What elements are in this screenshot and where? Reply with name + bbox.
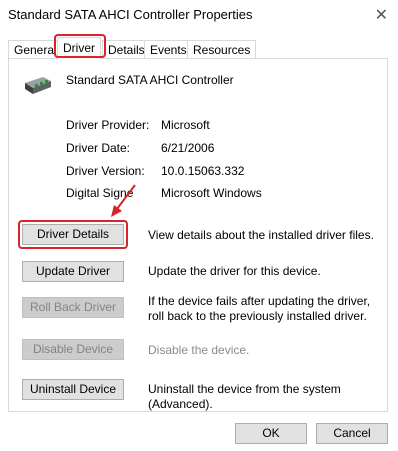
uninstall-device-description: Uninstall the device from the system (Ad… (148, 382, 341, 411)
red-arrow-icon (111, 184, 136, 217)
uninstall-device-button[interactable]: Uninstall Device (22, 379, 124, 400)
tab-driver[interactable]: Driver (57, 37, 101, 60)
tab-resources[interactable]: Resources (187, 40, 257, 59)
driver-date-value: 6/21/2006 (161, 141, 215, 155)
close-icon[interactable]: ✕ (375, 5, 388, 25)
cancel-button[interactable]: Cancel (316, 423, 388, 444)
driver-provider-label: Driver Provider: (66, 118, 150, 132)
disable-device-button[interactable]: Disable Device (22, 339, 124, 360)
disable-device-description: Disable the device. (148, 343, 250, 357)
driver-date-label: Driver Date: (66, 141, 131, 155)
driver-details-description: View details about the installed driver … (148, 228, 374, 242)
update-driver-description: Update the driver for this device. (148, 264, 321, 278)
driver-panel: Standard SATA AHCI Controller Driver Pro… (8, 58, 388, 412)
device-name: Standard SATA AHCI Controller (66, 73, 234, 87)
update-driver-button[interactable]: Update Driver (22, 261, 124, 282)
driver-provider-value: Microsoft (161, 118, 210, 132)
storage-controller-icon (25, 77, 51, 94)
title-bar: Standard SATA AHCI Controller Properties… (0, 0, 398, 30)
tab-general[interactable]: General (8, 40, 63, 59)
digital-signer-value: Microsoft Windows (161, 186, 262, 200)
driver-version-label: Driver Version: (66, 164, 145, 178)
driver-details-button[interactable]: Driver Details (22, 224, 124, 245)
driver-version-value: 10.0.15063.332 (161, 164, 245, 178)
tab-events[interactable]: Events (144, 40, 193, 59)
roll-back-driver-description: If the device fails after updating the d… (148, 294, 371, 323)
roll-back-driver-button[interactable]: Roll Back Driver (22, 297, 124, 318)
ok-button[interactable]: OK (235, 423, 307, 444)
window-title: Standard SATA AHCI Controller Properties (8, 7, 253, 22)
